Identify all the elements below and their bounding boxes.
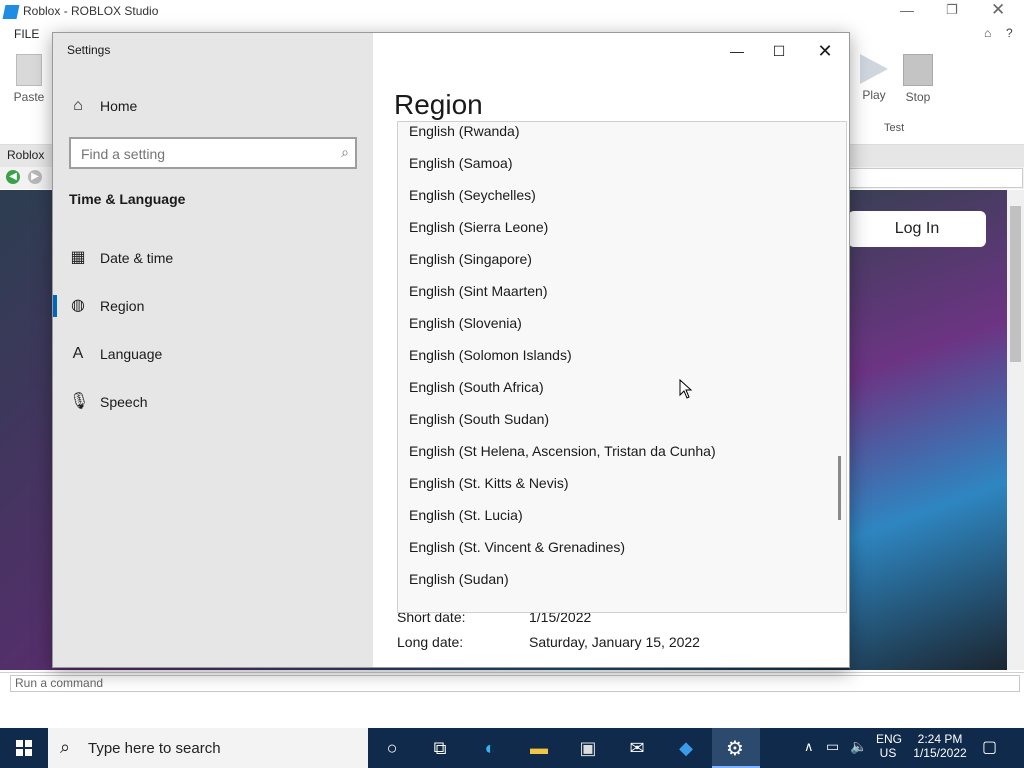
region-option[interactable]: English (St Helena, Ascension, Tristan d… [409,435,716,467]
settings-window-title: Settings [67,43,111,57]
play-button[interactable]: Play [854,54,894,102]
game-scrollbar-thumb[interactable] [1010,206,1021,362]
notifications-icon[interactable]: ▢ [982,737,997,757]
nav-language-label: Language [100,346,163,362]
help-icon[interactable]: ? [1006,26,1013,40]
region-option[interactable]: English (St. Kitts & Nevis) [409,467,569,499]
long-date-label: Long date: [397,634,464,650]
tray-chevron-icon[interactable]: ∧ [804,739,814,755]
globe-icon: ◍ [71,297,85,314]
region-option[interactable]: English (Sint Maarten) [409,275,548,307]
long-date-value: Saturday, January 15, 2022 [529,634,700,650]
region-option[interactable]: English (Solomon Islands) [409,339,572,371]
settings-nav-pane: Settings ⌂ Home ⌕ Time & Language ▦ Date… [53,33,373,667]
task-view-icon[interactable]: ⧉ [416,728,464,768]
play-label: Play [862,88,886,102]
close-icon[interactable]: ✕ [813,39,837,63]
test-group-label: Test [884,122,905,134]
home-icon: ⌂ [73,97,83,114]
region-dropdown-list[interactable]: English (Rwanda) English (Samoa) English… [397,121,847,613]
network-icon[interactable]: ▭ [826,738,839,755]
login-button[interactable]: Log In [848,211,986,247]
roblox-studio-logo-icon [2,5,20,19]
region-option[interactable]: English (St. Vincent & Grenadines) [409,531,625,563]
studio-minimize-icon[interactable]: — [900,2,914,18]
gear-icon: ⚙ [726,738,744,760]
region-option[interactable]: English (Singapore) [409,243,532,275]
nav-date-time[interactable]: ▦ Date & time [53,239,373,279]
minimize-icon[interactable]: — [725,39,749,63]
region-option[interactable]: English (Samoa) [409,147,513,179]
ribbon-collapse-icon[interactable]: ⌂ [984,26,991,40]
region-option[interactable]: English (Seychelles) [409,179,536,211]
paste-label: Paste [13,90,45,104]
studio-close-icon[interactable]: ✕ [991,0,1005,20]
back-icon[interactable]: ◀ [6,170,20,184]
stop-icon [903,54,933,86]
search-icon: ⌕ [60,737,71,757]
clipboard-icon [16,54,42,86]
settings-taskbar-button[interactable]: ⚙ [712,728,760,768]
status-area [0,695,1024,728]
clock-date: 1/15/2022 [913,746,967,760]
forward-icon[interactable]: ▶ [28,170,42,184]
file-menu[interactable]: FILE [14,27,39,41]
address-field[interactable] [849,168,1023,188]
microphone-icon: 🎙 [69,393,90,410]
start-button[interactable] [0,728,48,768]
lang-code-bottom: US [879,746,897,760]
maximize-icon[interactable]: ☐ [767,39,791,63]
search-icon[interactable]: ⌕ [341,144,349,161]
cortana-icon[interactable]: ○ [368,728,416,768]
nav-date-time-label: Date & time [100,250,174,266]
taskbar-search-text: Type here to search [88,740,221,757]
language-icon: A [72,345,84,362]
studio-title-bar: Roblox - ROBLOX Studio — ❐ ✕ [0,0,1024,24]
nav-language[interactable]: A Language [53,335,373,375]
stop-button[interactable]: Stop [899,54,937,104]
region-option[interactable]: English (Sierra Leone) [409,211,548,243]
taskbar-search[interactable]: ⌕ Type here to search [48,728,368,768]
clock-time: 2:24 PM [917,732,963,746]
page-title: Region [394,89,483,120]
mouse-cursor-icon [679,379,693,399]
region-option[interactable]: English (South Africa) [409,371,544,403]
find-setting-input[interactable] [79,143,333,165]
settings-window: Settings ⌂ Home ⌕ Time & Language ▦ Date… [52,32,850,668]
game-art-image [849,190,1007,670]
list-scrollbar-thumb[interactable] [838,456,841,520]
nav-speech[interactable]: 🎙 Speech [53,383,373,423]
roblox-studio-taskbar-icon[interactable]: ◆ [662,728,710,768]
region-option[interactable]: English (South Sudan) [409,403,549,435]
nav-home-label: Home [100,98,138,114]
lang-code-top: ENG [876,732,903,746]
section-heading: Time & Language [69,191,186,207]
region-option[interactable]: English (St. Lucia) [409,499,523,531]
nav-region-label: Region [100,298,145,314]
paste-button[interactable]: Paste [8,54,50,104]
store-icon[interactable]: ▣ [564,728,612,768]
region-option[interactable]: English (Rwanda) [409,122,520,147]
studio-restore-icon[interactable]: ❐ [946,2,958,18]
file-explorer-icon[interactable]: ▬ [515,728,563,768]
calendar-clock-icon: ▦ [70,249,86,266]
volume-muted-icon[interactable]: 🔈 [850,738,867,755]
studio-window-title: Roblox - ROBLOX Studio [23,4,159,18]
clock[interactable]: 2:24 PM 1/15/2022 [908,732,972,760]
mail-icon[interactable]: ✉ [613,728,661,768]
play-icon [860,54,888,84]
nav-speech-label: Speech [100,394,148,410]
stop-label: Stop [905,90,931,104]
input-language[interactable]: ENG US [876,732,903,760]
region-option[interactable]: English (Slovenia) [409,307,522,339]
region-option[interactable]: English (Sudan) [409,563,509,595]
nav-home[interactable]: ⌂ Home [53,87,373,127]
command-input[interactable]: Run a command [10,675,1020,692]
taskbar: ⌕ Type here to search ○ ⧉ ◐ ▬ ▣ ✉ ◆ ⚙ ∧ … [0,728,1024,768]
doc-tab-roblox[interactable]: Roblox [7,148,44,162]
nav-region[interactable]: ◍ Region [53,287,373,327]
edge-icon[interactable]: ◐ [466,728,514,768]
windows-icon [16,740,32,756]
settings-search[interactable]: ⌕ [69,137,357,169]
